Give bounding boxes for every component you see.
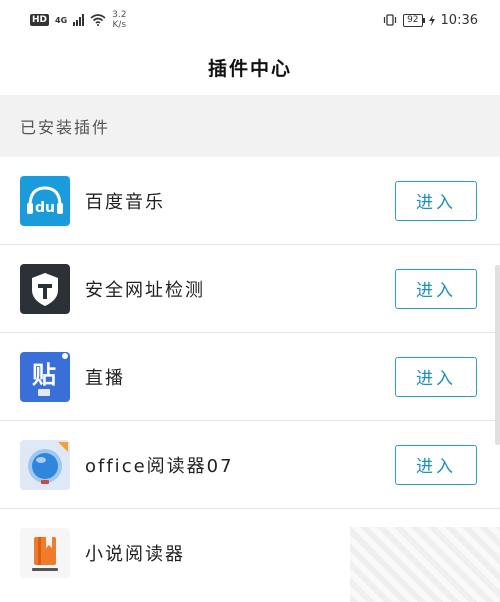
svg-text:贴: 贴 [32, 361, 56, 389]
network-type: 4G [55, 15, 68, 25]
status-right: 92 10:36 [383, 13, 478, 28]
battery-icon: 92 [403, 13, 426, 27]
baidu-music-icon: du [20, 175, 70, 226]
network-speed: 3.2 K/s [112, 10, 126, 30]
enter-button[interactable]: 进入 [395, 356, 477, 397]
novel-reader-icon [20, 528, 70, 578]
enter-button[interactable]: 进入 [395, 444, 477, 485]
office-reader-icon [20, 439, 70, 490]
status-bar: HD 4G 3.2 K/s 92 10:36 [0, 0, 500, 40]
list-item[interactable]: office阅读器07 进入 [0, 421, 500, 509]
blurred-region [350, 527, 500, 602]
list-item[interactable]: 贴 直播 进入 [0, 333, 500, 421]
speed-unit: K/s [112, 20, 127, 30]
list-item[interactable]: du 百度音乐 进入 [0, 157, 500, 245]
clock: 10:36 [440, 12, 478, 28]
enter-button[interactable]: 进入 [395, 268, 477, 309]
section-header: 已安装插件 [0, 95, 500, 157]
scrollbar[interactable] [495, 265, 500, 445]
wifi-icon [90, 14, 106, 26]
tieba-live-icon: 贴 [20, 351, 70, 402]
security-shield-icon [20, 263, 70, 314]
title-bar: 插件中心 [0, 40, 500, 95]
vibrate-icon [383, 14, 397, 26]
status-left: HD 4G 3.2 K/s [30, 10, 126, 30]
hd-badge: HD [30, 14, 50, 26]
signal-icon [73, 14, 85, 26]
section-label: 已安装插件 [20, 118, 111, 137]
speed-value: 3.2 [112, 10, 127, 20]
charging-icon [428, 14, 435, 26]
page-title: 插件中心 [207, 58, 292, 80]
svg-text:du: du [35, 200, 55, 216]
enter-button[interactable]: 进入 [395, 180, 477, 221]
list-item[interactable]: 安全网址检测 进入 [0, 245, 500, 333]
